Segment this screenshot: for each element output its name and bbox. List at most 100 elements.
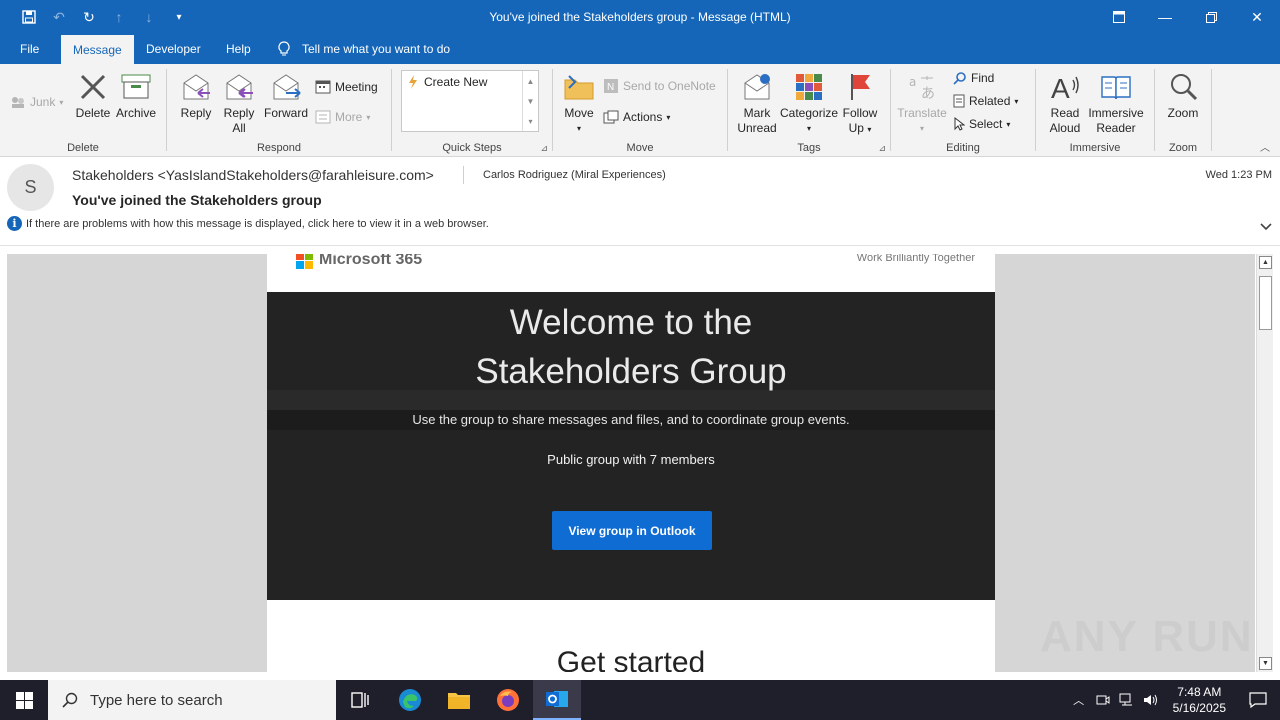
tab-help[interactable]: Help (214, 34, 263, 64)
taskbar-search-input[interactable]: Type here to search (48, 680, 336, 720)
firefox-icon[interactable] (484, 680, 532, 720)
tell-me-box[interactable]: Tell me what you want to do (278, 34, 450, 64)
microsoft-365-logo: Microsoft 365 (296, 254, 422, 269)
actions-icon (603, 110, 619, 124)
read-aloud-label-2: Aloud (1049, 121, 1081, 135)
scroll-down-icon[interactable]: ▼ (1259, 657, 1272, 670)
svg-text:a: a (909, 75, 916, 89)
mark-unread-button[interactable]: Mark Unread (736, 70, 778, 136)
group-quick-steps-label: Quick Steps (442, 142, 502, 154)
delete-label: Delete (75, 106, 111, 120)
tab-message[interactable]: Message (61, 35, 134, 64)
translate-button[interactable]: aあ Translate ▾ (897, 70, 947, 136)
divider (1211, 69, 1212, 151)
message-header: S Stakeholders <YasIslandStakeholders@fa… (0, 158, 1280, 246)
taskbar: Type here to search ︿ 7:48 AM 5/16/2025 (0, 680, 1280, 720)
reply-label: Reply (180, 106, 212, 120)
chevron-down-icon: ▾ (576, 124, 581, 133)
recipient[interactable]: Carlos Rodriguez (Miral Experiences) (483, 169, 666, 181)
scroll-thumb[interactable] (1259, 276, 1272, 330)
ribbon-display-options-icon[interactable] (1096, 0, 1142, 34)
find-button[interactable]: Find (953, 68, 994, 88)
tab-developer[interactable]: Developer (134, 34, 213, 64)
vertical-scrollbar[interactable]: ▲ ▼ (1256, 254, 1273, 672)
collapse-ribbon-icon[interactable]: ︿ (1260, 139, 1270, 154)
actions-label: Actions (623, 110, 663, 124)
categorize-button[interactable]: Categorize ▾ (780, 70, 838, 136)
sender[interactable]: Stakeholders <YasIslandStakeholders@fara… (72, 167, 434, 183)
actions-button[interactable]: Actions ▾ (603, 107, 670, 127)
tagline: Work Brilliantly Together (856, 254, 975, 264)
chevron-up-icon[interactable]: ▲ (527, 77, 535, 86)
read-aloud-label-1: Read (1050, 106, 1080, 120)
meeting-label: Meeting (335, 80, 378, 94)
move-button[interactable]: Move ▾ (559, 70, 599, 136)
notifications-icon[interactable] (1236, 692, 1280, 708)
meet-now-icon[interactable] (1091, 693, 1115, 707)
group-zoom-label: Zoom (1168, 142, 1198, 154)
chevron-down-icon[interactable]: ▼ (527, 97, 535, 106)
meeting-button[interactable]: Meeting (315, 77, 378, 97)
clock[interactable]: 7:48 AM 5/16/2025 (1163, 684, 1236, 716)
reply-button[interactable]: Reply (176, 70, 216, 121)
scroll-up-icon[interactable]: ▲ (1259, 256, 1272, 269)
read-aloud-button[interactable]: A Read Aloud (1044, 70, 1086, 136)
more-respond-button[interactable]: More ▾ (315, 107, 370, 127)
divider (463, 166, 464, 184)
chevron-down-icon: ▾ (919, 124, 924, 133)
onenote-icon: N (604, 79, 618, 93)
more-icon (315, 110, 331, 124)
task-view-icon[interactable] (336, 680, 384, 720)
volume-icon[interactable] (1139, 693, 1163, 707)
tags-launcher-icon[interactable]: ⊿ (878, 143, 886, 154)
related-button[interactable]: Related ▾ (953, 91, 1018, 111)
archive-icon (119, 70, 153, 104)
watermark: ANY RUN (1040, 612, 1254, 661)
junk-button[interactable]: Junk ▾ (10, 92, 63, 112)
immersive-reader-label-2: Reader (1096, 121, 1136, 135)
minimize-button[interactable]: — (1142, 0, 1188, 34)
avatar[interactable]: S (7, 164, 54, 211)
archive-label: Archive (115, 106, 156, 120)
zoom-button[interactable]: Zoom (1163, 70, 1203, 121)
reply-all-icon (222, 70, 256, 104)
related-label: Related (969, 94, 1011, 108)
ribbon: Junk ▾ Delete Archive Delete Reply Reply… (0, 64, 1280, 157)
hero-subtitle: Use the group to share messages and file… (412, 412, 850, 427)
categorize-icon (792, 70, 826, 104)
group-zoom: Zoom Zoom (1155, 64, 1211, 157)
file-explorer-icon[interactable] (435, 680, 483, 720)
network-icon[interactable] (1115, 693, 1139, 707)
forward-button[interactable]: Forward (263, 70, 309, 121)
group-editing-label: Editing (946, 142, 980, 154)
chevron-down-icon[interactable] (1260, 220, 1272, 234)
info-bar[interactable]: i If there are problems with how this me… (7, 216, 489, 231)
restore-button[interactable] (1188, 0, 1234, 34)
reply-all-button[interactable]: Reply All (219, 70, 259, 136)
delete-button[interactable]: Delete (72, 70, 114, 121)
windows-start-icon[interactable] (0, 680, 48, 720)
immersive-reader-button[interactable]: Immersive Reader (1086, 70, 1146, 136)
chevron-up-icon[interactable]: ︿ (1067, 692, 1091, 708)
hero-title-line-2: Stakeholders Group (475, 352, 787, 391)
edge-icon[interactable] (386, 680, 434, 720)
close-button[interactable]: ✕ (1234, 0, 1280, 34)
create-new-label: Create New (424, 75, 488, 89)
group-move: Move ▾ N Send to OneNote Actions ▾ Move (553, 64, 727, 157)
group-move-label: Move (626, 142, 654, 154)
title-bar: ↶ ↻ ↑ ↓ ▾ You've joined the Stakeholders… (0, 0, 1280, 34)
quick-steps-scrollbar[interactable]: ▲ ▼ ▾ (522, 71, 538, 131)
flag-icon (843, 70, 877, 104)
expand-gallery-icon[interactable]: ▾ (528, 117, 532, 126)
follow-up-button[interactable]: Follow Up ▾ (840, 70, 880, 137)
svg-text:A: A (1051, 73, 1070, 102)
follow-up-label-2: Up (848, 121, 864, 135)
send-to-onenote-button[interactable]: N Send to OneNote (603, 76, 716, 96)
view-group-button[interactable]: View group in Outlook (552, 511, 712, 550)
outlook-icon[interactable] (533, 680, 581, 720)
select-button[interactable]: Select ▾ (953, 114, 1010, 134)
create-new-quick-step[interactable]: Create New (408, 75, 487, 89)
archive-button[interactable]: Archive (114, 70, 158, 121)
tab-file[interactable]: File (8, 34, 51, 64)
quick-steps-launcher-icon[interactable]: ⊿ (540, 143, 548, 154)
